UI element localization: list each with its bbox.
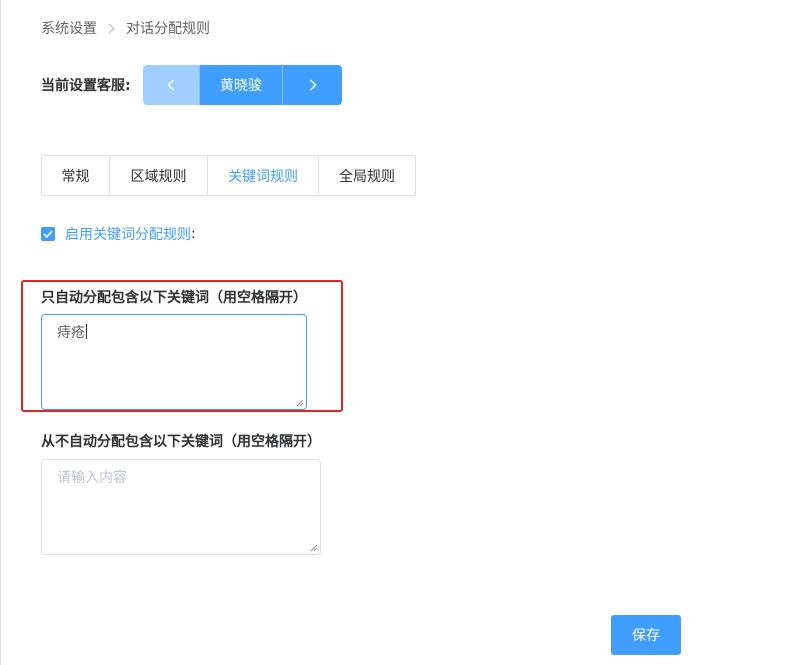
- agent-selector-label: 当前设置客服:: [41, 78, 131, 94]
- tab-keyword-rules[interactable]: 关键词规则: [208, 156, 319, 195]
- agent-selector: 黄晓骏: [143, 65, 342, 105]
- check-icon: [43, 230, 53, 238]
- enable-keyword-rules-colon: :: [191, 226, 196, 242]
- rule-tabs: 常规 区域规则 关键词规则 全局规则: [41, 155, 416, 196]
- enable-keyword-rules-label: 启用关键词分配规则: [65, 227, 191, 243]
- chevron-right-icon: [107, 22, 116, 34]
- next-agent-button[interactable]: [283, 65, 342, 105]
- enable-keyword-rules-checkbox[interactable]: [41, 227, 55, 241]
- current-agent-name[interactable]: 黄晓骏: [199, 65, 283, 105]
- exclude-keywords-label: 从不自动分配包含以下关键词（用空格隔开）: [41, 434, 321, 450]
- chevron-left-icon: [167, 79, 174, 91]
- include-keywords-textarea[interactable]: 痔疮: [41, 314, 307, 410]
- exclude-keywords-textarea[interactable]: 请输入内容: [41, 459, 321, 555]
- include-keywords-value: 痔疮: [57, 325, 85, 341]
- chevron-right-icon: [309, 79, 316, 91]
- breadcrumb-item-current: 对话分配规则: [126, 21, 210, 37]
- resize-handle-icon[interactable]: [310, 544, 318, 552]
- tab-global-rules[interactable]: 全局规则: [319, 156, 415, 195]
- breadcrumb: 系统设置 对话分配规则: [41, 18, 210, 38]
- previous-agent-button[interactable]: [143, 65, 199, 105]
- exclude-keywords-placeholder: 请输入内容: [57, 470, 127, 486]
- resize-handle-icon[interactable]: [296, 399, 304, 407]
- tab-region-rules[interactable]: 区域规则: [110, 156, 208, 195]
- page-left-border: [0, 0, 1, 665]
- text-caret: [86, 324, 87, 339]
- enable-keyword-rules[interactable]: 启用关键词分配规则 :: [41, 224, 196, 244]
- breadcrumb-item-system-settings[interactable]: 系统设置: [41, 18, 97, 38]
- include-keywords-label: 只自动分配包含以下关键词（用空格隔开）: [41, 290, 307, 306]
- save-button[interactable]: 保存: [611, 615, 681, 655]
- tab-general[interactable]: 常规: [42, 156, 110, 195]
